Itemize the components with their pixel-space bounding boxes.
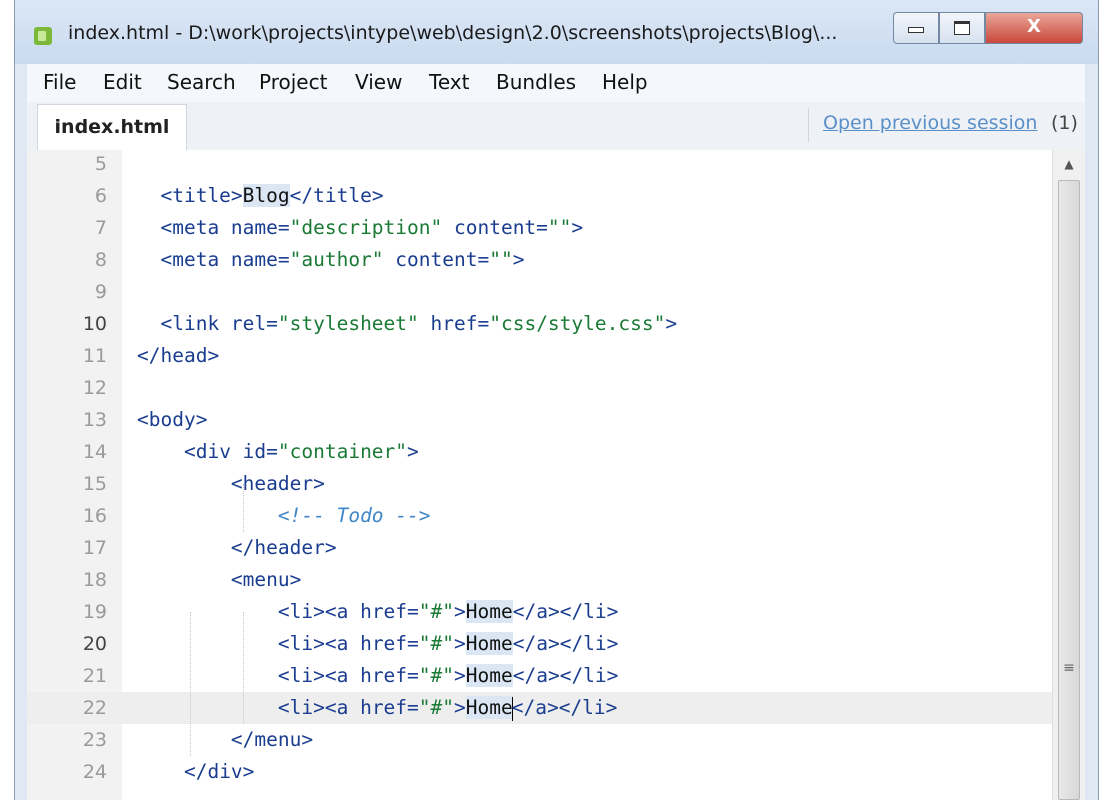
code-text[interactable]: <li><a href="#">Home</a></li>	[137, 628, 618, 660]
code-text[interactable]: <div id="container">	[137, 436, 419, 468]
code-line[interactable]: 17 </header>	[27, 532, 1052, 564]
code-line[interactable]: 13 <body>	[27, 404, 1052, 436]
code-line[interactable]: 21 <li><a href="#">Home</a></li>	[27, 660, 1052, 692]
line-number: 9	[94, 281, 107, 303]
code-line[interactable]: 15 <header>	[27, 468, 1052, 500]
line-number: 16	[82, 505, 107, 527]
code-text[interactable]: </head>	[137, 340, 219, 372]
indent-guide	[243, 612, 245, 724]
line-number: 12	[82, 377, 107, 399]
menu-help[interactable]: Help	[602, 70, 648, 94]
maximize-icon	[954, 21, 970, 35]
line-number: 21	[82, 665, 107, 687]
code-text[interactable]: <menu>	[137, 564, 301, 596]
title-bar[interactable]: index.html - D:\work\projects\intype\web…	[15, 0, 1098, 64]
code-text[interactable]: </div>	[137, 756, 254, 788]
line-number: 13	[82, 409, 107, 431]
code-text[interactable]: <meta name="description" content="">	[137, 212, 583, 244]
code-text[interactable]: <header>	[137, 468, 325, 500]
code-line[interactable]: 20 <li><a href="#">Home</a></li>	[27, 628, 1052, 660]
indent-guide	[190, 612, 192, 756]
menu-bundles[interactable]: Bundles	[496, 70, 576, 94]
line-number: 10	[82, 313, 107, 335]
menu-bar: File Edit Search Project View Text Bundl…	[27, 64, 1085, 103]
minimize-icon	[908, 27, 924, 33]
window-title: index.html - D:\work\projects\intype\web…	[68, 22, 838, 44]
code-editor[interactable]: 56 <title>Blog</title> 7 <meta name="desc…	[27, 150, 1052, 800]
menu-text[interactable]: Text	[429, 70, 469, 94]
line-number: 18	[82, 569, 107, 591]
code-line[interactable]: 5	[27, 150, 1052, 180]
vertical-scrollbar[interactable]: ▲ ≡	[1052, 150, 1085, 800]
line-number: 23	[82, 729, 107, 751]
code-line[interactable]: 14 <div id="container">	[27, 436, 1052, 468]
line-number: 7	[94, 217, 107, 239]
line-number: 20	[82, 633, 107, 655]
code-text[interactable]: <!-- Todo -->	[137, 500, 431, 532]
indent-guide	[243, 484, 245, 532]
code-text[interactable]: <title>Blog</title>	[137, 180, 384, 212]
code-line[interactable]: 12	[27, 372, 1052, 404]
code-text[interactable]: </header>	[137, 532, 337, 564]
session-count: (1)	[1051, 112, 1078, 134]
code-line[interactable]: 19 <li><a href="#">Home</a></li>	[27, 596, 1052, 628]
app-window: index.html - D:\work\projects\intype\web…	[14, 0, 1099, 800]
tab-bar: index.html Open previous session (1)	[27, 102, 1085, 151]
line-number: 17	[82, 537, 107, 559]
code-line[interactable]: 10 <link rel="stylesheet" href="css/styl…	[27, 308, 1052, 340]
line-number: 8	[94, 249, 107, 271]
line-number: 19	[82, 601, 107, 623]
code-line[interactable]: 6 <title>Blog</title>	[27, 180, 1052, 212]
line-number: 5	[94, 153, 107, 175]
maximize-button[interactable]	[939, 12, 985, 44]
scrollbar-thumb[interactable]: ≡	[1058, 180, 1080, 800]
tab-bar-divider	[808, 108, 809, 142]
code-text[interactable]: <li><a href="#">Home</a></li>	[137, 660, 618, 692]
open-previous-session-link[interactable]: Open previous session	[823, 112, 1037, 134]
code-line[interactable]: 18 <menu>	[27, 564, 1052, 596]
minimize-button[interactable]	[893, 12, 939, 44]
code-text[interactable]: <li><a href="#">Home</a></li>	[137, 596, 618, 628]
scroll-grip-icon: ≡	[1063, 660, 1075, 676]
menu-file[interactable]: File	[43, 70, 76, 94]
menu-view[interactable]: View	[355, 70, 402, 94]
code-line[interactable]: 11 </head>	[27, 340, 1052, 372]
menu-edit[interactable]: Edit	[103, 70, 142, 94]
code-line[interactable]: 16 <!-- Todo -->	[27, 500, 1052, 532]
line-number: 24	[82, 761, 107, 783]
code-text[interactable]: <li><a href="#">Home</a></li>	[137, 692, 617, 724]
line-number: 6	[94, 185, 107, 207]
menu-project[interactable]: Project	[259, 70, 327, 94]
line-number: 14	[82, 441, 107, 463]
scroll-up-arrow-icon[interactable]: ▲	[1053, 150, 1085, 178]
line-number: 15	[82, 473, 107, 495]
line-number: 11	[82, 345, 107, 367]
code-text[interactable]: <body>	[137, 404, 207, 436]
tab-index-html[interactable]: index.html	[37, 104, 187, 150]
code-line[interactable]: 24 </div>	[27, 756, 1052, 788]
intype-app-icon	[34, 27, 52, 45]
code-line[interactable]: 7 <meta name="description" content="">	[27, 212, 1052, 244]
code-line[interactable]: 23 </menu>	[27, 724, 1052, 756]
code-text[interactable]: </menu>	[137, 724, 313, 756]
line-number: 22	[82, 697, 107, 719]
code-line[interactable]: 8 <meta name="author" content="">	[27, 244, 1052, 276]
menu-search[interactable]: Search	[167, 70, 236, 94]
close-icon: X	[1027, 16, 1041, 37]
code-line[interactable]: 9	[27, 276, 1052, 308]
close-button[interactable]: X	[985, 12, 1083, 44]
code-text[interactable]: <meta name="author" content="">	[137, 244, 524, 276]
code-line[interactable]: 22 <li><a href="#">Home</a></li>	[27, 692, 1052, 724]
code-text[interactable]: <link rel="stylesheet" href="css/style.c…	[137, 308, 677, 340]
